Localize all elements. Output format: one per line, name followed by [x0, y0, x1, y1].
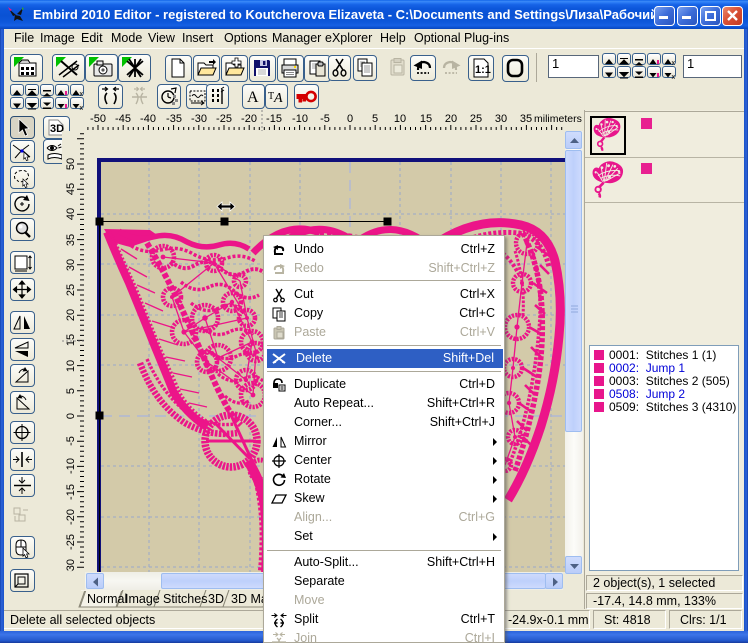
svg-text:0: 0 [65, 413, 77, 419]
svg-text:20: 20 [445, 113, 457, 125]
svg-text:5: 5 [65, 388, 77, 394]
svg-text:10: 10 [65, 360, 77, 372]
svg-text:-25: -25 [65, 534, 77, 550]
svg-text:x: x [80, 105, 84, 111]
svg-text:5: 5 [372, 113, 378, 125]
svg-text:-15: -15 [65, 484, 77, 500]
svg-text:-40: -40 [140, 113, 156, 125]
svg-text:30: 30 [65, 259, 77, 271]
svg-text:25: 25 [470, 113, 482, 125]
svg-text:15: 15 [420, 113, 432, 125]
svg-text:-5: -5 [320, 113, 330, 125]
svg-text:-30: -30 [65, 559, 77, 572]
svg-text:-25: -25 [216, 113, 232, 125]
svg-text:x: x [672, 74, 676, 80]
svg-text:10: 10 [394, 113, 406, 125]
svg-text:30: 30 [495, 113, 507, 125]
svg-text:1:1: 1:1 [475, 64, 491, 76]
svg-text:15: 15 [65, 334, 77, 346]
svg-text:25: 25 [65, 284, 77, 296]
svg-text:Normal: Normal [87, 592, 127, 606]
svg-text:A: A [247, 89, 259, 106]
svg-text:-10: -10 [292, 113, 308, 125]
svg-text:-45: -45 [115, 113, 131, 125]
svg-text:0: 0 [347, 113, 353, 125]
svg-text:-15: -15 [266, 113, 282, 125]
svg-text:35: 35 [520, 113, 532, 125]
svg-text:-20: -20 [241, 113, 257, 125]
svg-text:20: 20 [65, 309, 77, 321]
svg-text:Image: Image [125, 592, 160, 606]
svg-text:Stitches: Stitches [163, 592, 207, 606]
svg-text:3D: 3D [208, 592, 224, 606]
svg-text:-10: -10 [65, 458, 77, 474]
svg-text:-5: -5 [65, 436, 77, 446]
svg-text:50: 50 [65, 158, 77, 170]
svg-text:milimeters: milimeters [534, 113, 582, 125]
svg-text:40: 40 [65, 208, 77, 220]
svg-text:45: 45 [65, 183, 77, 195]
svg-text:-30: -30 [191, 113, 207, 125]
svg-text:-20: -20 [65, 509, 77, 525]
svg-text:A: A [273, 91, 283, 106]
svg-text:35: 35 [65, 234, 77, 246]
svg-text:-35: -35 [166, 113, 182, 125]
svg-text:-50: -50 [90, 113, 106, 125]
